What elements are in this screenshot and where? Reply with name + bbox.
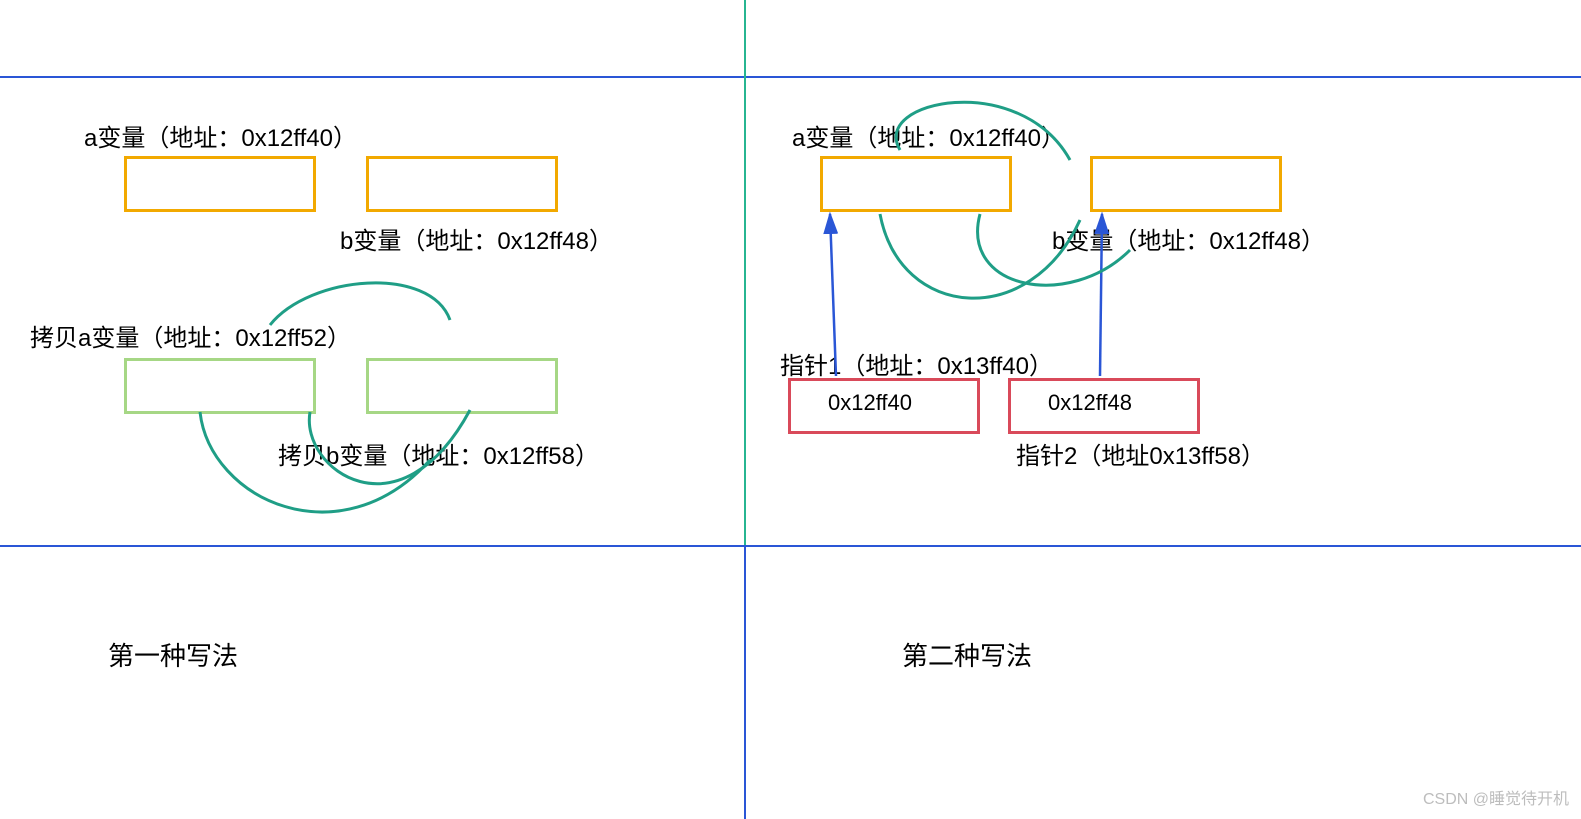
right-caption: 第二种写法 — [902, 636, 1032, 673]
left-copy-a-box — [124, 358, 316, 414]
left-var-b-box — [366, 156, 558, 212]
right-ptr1-value: 0x12ff40 — [828, 390, 912, 416]
left-copy-a-label: 拷贝a变量（地址：0x12ff52） — [30, 318, 351, 353]
center-rule-bottom — [744, 545, 746, 819]
right-ptr2-value: 0x12ff48 — [1048, 390, 1132, 416]
left-copy-b-box — [366, 358, 558, 414]
watermark: CSDN @睡觉待开机 — [1423, 785, 1569, 809]
right-var-b-box — [1090, 156, 1282, 212]
right-var-a-box — [820, 156, 1012, 212]
top-rule — [0, 76, 1581, 78]
right-var-b-label: b变量（地址：0x12ff48） — [1052, 221, 1325, 256]
left-caption: 第一种写法 — [108, 636, 238, 673]
mid-rule — [0, 545, 1581, 547]
right-var-a-label: a变量（地址：0x12ff40） — [792, 118, 1065, 153]
left-var-b-label: b变量（地址：0x12ff48） — [340, 221, 613, 256]
left-var-a-box — [124, 156, 316, 212]
center-rule-top — [744, 0, 746, 545]
right-swap-curve-1 — [880, 214, 1080, 298]
right-ptr2-label: 指针2（地址0x13ff58） — [1016, 436, 1265, 471]
left-var-a-label: a变量（地址：0x12ff40） — [84, 118, 357, 153]
right-ptr1-label: 指针1（地址：0x13ff40） — [780, 346, 1053, 381]
left-copy-b-label: 拷贝b变量（地址：0x12ff58） — [278, 436, 599, 471]
